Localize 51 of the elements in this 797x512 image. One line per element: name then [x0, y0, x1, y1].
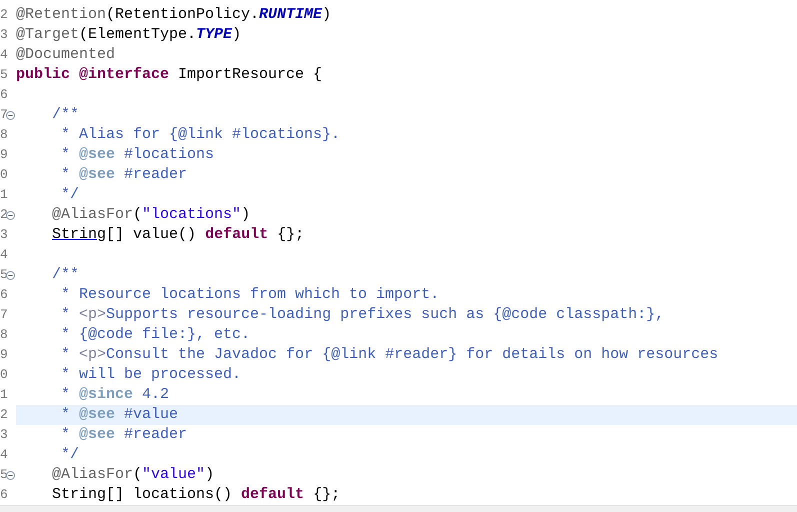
code-line: @AliasFor("locations"): [51, 205, 250, 225]
code-line: @AliasFor("value"): [51, 465, 214, 485]
code-line: * Resource locations from which to import.: [60, 285, 440, 305]
code-line: String[] locations() default {};: [51, 485, 340, 505]
line-number: 1: [0, 187, 8, 203]
code-line: * @see #reader: [60, 165, 188, 185]
line-number: 1: [0, 387, 8, 403]
line-number: 0: [0, 167, 8, 183]
code-line: */: [60, 445, 80, 465]
code-line: @Target(ElementType.TYPE): [16, 25, 242, 45]
code-line: /**: [51, 105, 80, 125]
line-number: 6: [0, 287, 8, 303]
collapse-icon[interactable]: [6, 271, 15, 280]
horizontal-scrollbar[interactable]: [0, 505, 797, 512]
code-line: * @see #locations: [60, 145, 214, 165]
code-line: * @see #reader: [60, 425, 188, 445]
code-line: * will be processed.: [60, 365, 242, 385]
collapse-icon[interactable]: [6, 471, 15, 480]
code-line: * @since 4.2: [60, 385, 170, 405]
code-line: @Documented: [16, 45, 116, 65]
code-line: * Alias for {@link #locations}.: [60, 125, 340, 145]
line-number: 3: [0, 427, 8, 443]
line-number: 3: [0, 27, 8, 43]
line-number: 9: [0, 347, 8, 363]
code-line: @Retention(RetentionPolicy.RUNTIME): [16, 5, 332, 25]
code-line: public @interface ImportResource {: [16, 65, 322, 85]
line-number: 7: [0, 107, 8, 123]
line-number: 2: [0, 207, 8, 223]
code-line: * @see #value: [60, 405, 178, 425]
line-number: 3: [0, 227, 8, 243]
line-number: 4: [0, 247, 8, 263]
line-number: 8: [0, 327, 8, 343]
line-number: 2: [0, 407, 8, 423]
line-number: 6: [0, 87, 8, 103]
line-number: 8: [0, 127, 8, 143]
line-number: 0: [0, 367, 8, 383]
code-line: * {@code file:}, etc.: [60, 325, 250, 345]
code-line: * <p>Supports resource-loading prefixes such as {@code classpath:},: [60, 305, 664, 325]
code-line: /**: [51, 265, 80, 285]
line-number: 6: [0, 487, 8, 503]
collapse-icon[interactable]: [6, 111, 15, 120]
line-number: 5: [0, 67, 8, 83]
code-line: String[] value() default {};: [51, 225, 304, 245]
line-number: 4: [0, 47, 8, 63]
line-number: 4: [0, 447, 8, 463]
line-number: 7: [0, 307, 8, 323]
code-line: */: [60, 185, 80, 205]
collapse-icon[interactable]: [6, 211, 15, 220]
line-number: 9: [0, 147, 8, 163]
code-line: * <p>Consult the Javadoc for {@link #reader} for details on how resources: [60, 345, 718, 365]
line-number: 2: [0, 7, 8, 23]
